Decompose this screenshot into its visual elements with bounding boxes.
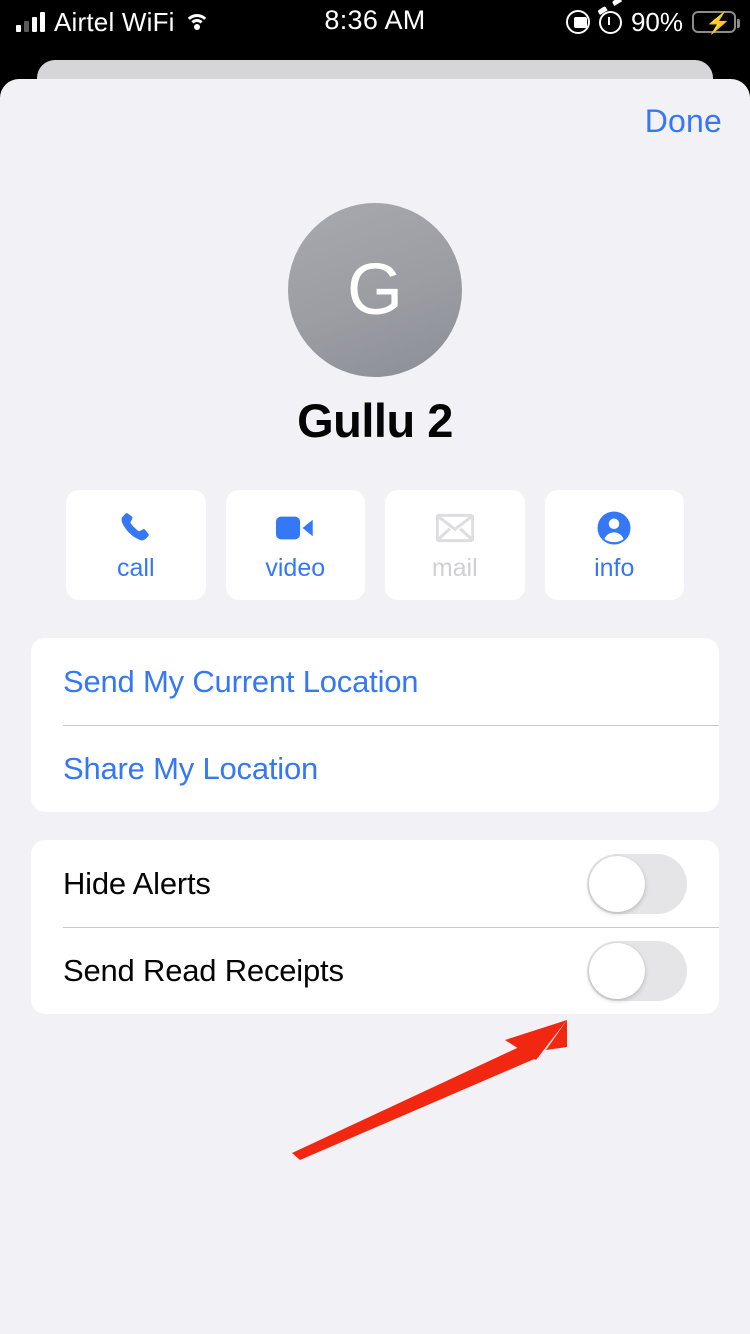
status-bar-right: 90% ⚡ xyxy=(565,5,740,39)
send-read-receipts-toggle[interactable] xyxy=(587,940,687,1001)
hide-alerts-row[interactable]: Hide Alerts xyxy=(31,840,719,927)
mail-button: mail xyxy=(385,490,525,600)
call-button[interactable]: call xyxy=(66,490,206,600)
video-button-label: video xyxy=(265,554,326,582)
phone-screen: Airtel WiFi 8:36 AM 90% ⚡ Done G Gullu 2 xyxy=(0,0,750,1334)
location-group: Send My Current Location Share My Locati… xyxy=(31,638,719,812)
hide-alerts-toggle[interactable] xyxy=(587,853,687,914)
status-bar: Airtel WiFi 8:36 AM 90% ⚡ xyxy=(0,0,750,46)
page-title: Gullu 2 xyxy=(297,394,453,447)
send-current-location-row[interactable]: Send My Current Location xyxy=(31,638,719,725)
battery-charging-icon: ⚡ xyxy=(692,11,740,35)
send-read-receipts-row[interactable]: Send Read Receipts xyxy=(31,927,719,1014)
avatar[interactable]: G xyxy=(288,203,462,377)
toggle-knob xyxy=(589,942,645,999)
alarm-clock-icon xyxy=(598,10,622,34)
person-circle-icon xyxy=(596,509,632,547)
info-button[interactable]: info xyxy=(544,490,684,600)
send-read-receipts-label: Send Read Receipts xyxy=(63,952,344,988)
sheet-header: Done xyxy=(0,79,750,161)
share-my-location-label: Share My Location xyxy=(63,750,319,786)
quick-actions: call video mail info xyxy=(0,448,750,600)
share-my-location-row[interactable]: Share My Location xyxy=(31,725,719,812)
call-button-label: call xyxy=(116,554,155,582)
settings-group: Hide Alerts Send Read Receipts xyxy=(31,840,719,1014)
send-current-location-label: Send My Current Location xyxy=(63,663,419,699)
toggle-knob xyxy=(589,855,645,912)
mail-button-label: mail xyxy=(431,554,478,582)
phone-icon xyxy=(118,509,154,547)
battery-percent-label: 90% xyxy=(630,6,683,37)
avatar-monogram: G xyxy=(346,250,403,330)
video-camera-icon xyxy=(276,509,314,547)
contact-detail-sheet: Done G Gullu 2 call video mail info Send… xyxy=(0,79,750,1334)
video-button[interactable]: video xyxy=(225,490,365,600)
rotation-lock-icon xyxy=(565,10,590,34)
done-button[interactable]: Done xyxy=(645,103,722,140)
info-button-label: info xyxy=(594,554,635,582)
hide-alerts-label: Hide Alerts xyxy=(63,865,211,901)
envelope-icon xyxy=(435,509,474,547)
